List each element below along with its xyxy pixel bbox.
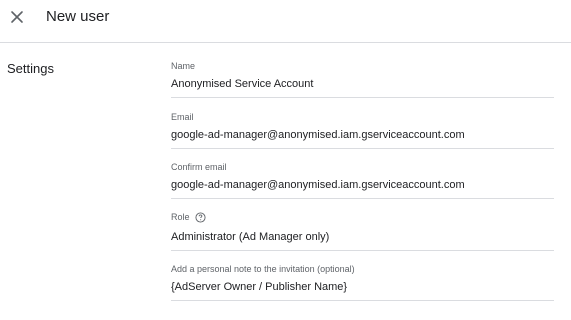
- new-user-page: New user Settings Name Anonymised Servic…: [0, 0, 571, 320]
- personal-note-label: Add a personal note to the invitation (o…: [171, 264, 355, 274]
- personal-note-field[interactable]: Add a personal note to the invitation (o…: [171, 261, 554, 301]
- role-label: Role: [171, 212, 190, 222]
- close-button[interactable]: [9, 9, 25, 25]
- close-icon[interactable]: [9, 9, 25, 25]
- name-field[interactable]: Name Anonymised Service Account: [171, 58, 554, 98]
- personal-note-value[interactable]: {AdServer Owner / Publisher Name}: [171, 280, 347, 294]
- confirm-email-field[interactable]: Confirm email google-ad-manager@anonymis…: [171, 159, 554, 199]
- role-value[interactable]: Administrator (Ad Manager only): [171, 230, 329, 244]
- email-field[interactable]: Email google-ad-manager@anonymised.iam.g…: [171, 109, 554, 149]
- settings-section-label: Settings: [7, 61, 54, 76]
- role-label-row: Role: [171, 211, 206, 223]
- help-icon[interactable]: [194, 211, 206, 223]
- confirm-email-value[interactable]: google-ad-manager@anonymised.iam.gservic…: [171, 178, 465, 192]
- header-bar: New user: [0, 0, 571, 43]
- name-label: Name: [171, 61, 196, 71]
- role-field[interactable]: Role Administrator (Ad Manager only): [171, 208, 554, 251]
- name-value[interactable]: Anonymised Service Account: [171, 77, 313, 91]
- page-title: New user: [46, 8, 110, 25]
- confirm-email-label: Confirm email: [171, 162, 227, 172]
- email-value[interactable]: google-ad-manager@anonymised.iam.gservic…: [171, 128, 465, 142]
- email-label: Email: [171, 112, 194, 122]
